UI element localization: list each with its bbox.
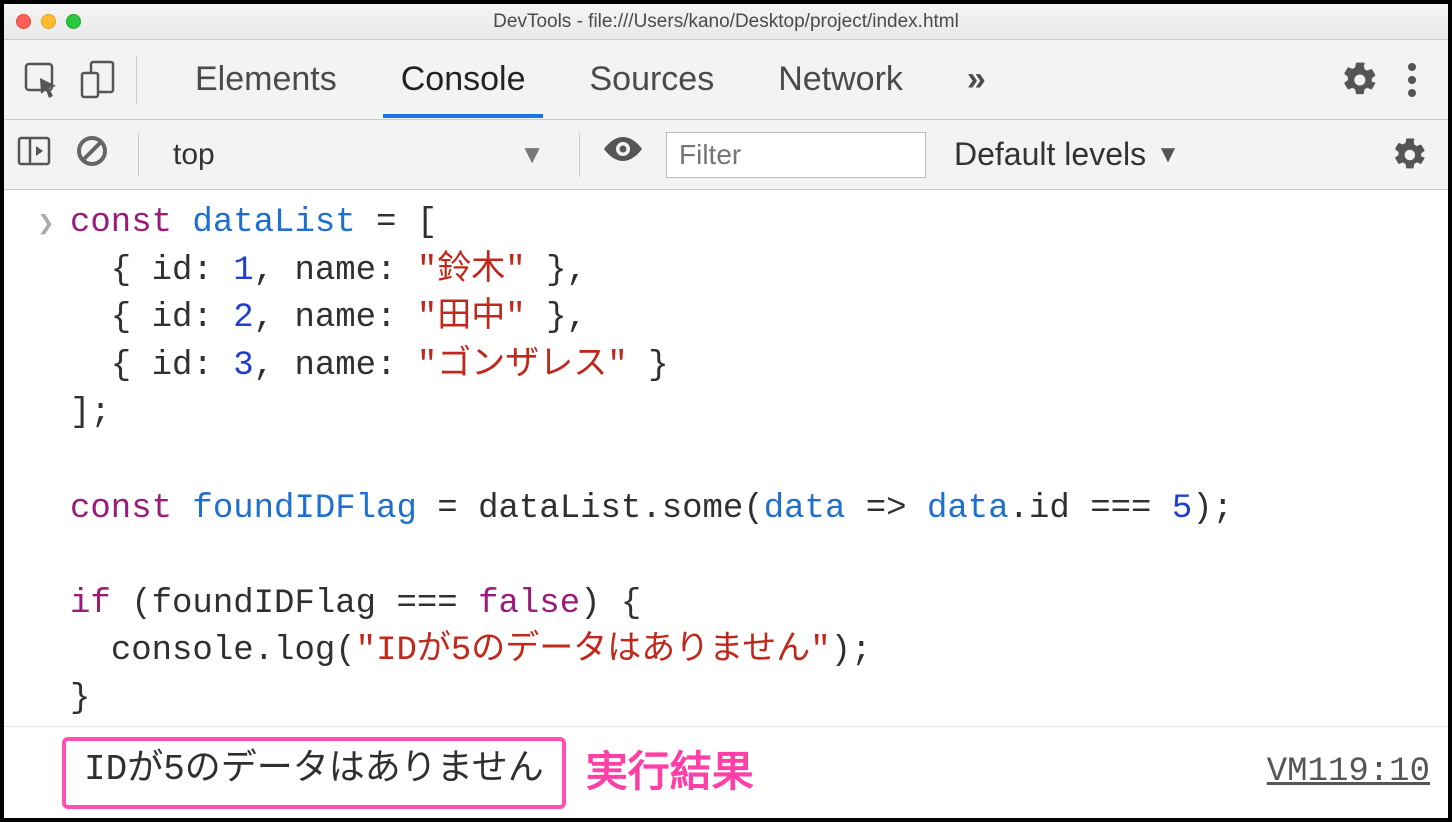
more-options-button[interactable]: [1386, 54, 1438, 106]
log-levels-selector[interactable]: Default levels ▼: [954, 136, 1180, 173]
settings-button[interactable]: [1334, 54, 1386, 106]
execution-context-selector[interactable]: top ▼: [159, 138, 559, 172]
console-body[interactable]: ❯ const dataList = [ { id: 1, name: "鈴木"…: [4, 190, 1448, 818]
close-window-button[interactable]: [16, 14, 31, 29]
clear-console-button[interactable]: [74, 133, 118, 177]
device-toolbar-button[interactable]: [70, 52, 126, 108]
traffic-lights: [16, 14, 81, 29]
toggle-sidebar-button[interactable]: [16, 133, 60, 177]
inspect-element-button[interactable]: [14, 52, 70, 108]
chevron-down-icon: ▼: [519, 139, 545, 170]
more-tabs-button[interactable]: »: [949, 42, 1004, 117]
maximize-window-button[interactable]: [66, 14, 81, 29]
devtools-tabbar: Elements Console Sources Network »: [4, 40, 1448, 120]
window-titlebar: DevTools - file:///Users/kano/Desktop/pr…: [4, 4, 1448, 40]
tab-sources[interactable]: Sources: [571, 42, 732, 117]
window-title: DevTools - file:///Users/kano/Desktop/pr…: [4, 11, 1448, 33]
console-toolbar: top ▼ Default levels ▼: [4, 120, 1448, 190]
tabbar-separator: [136, 56, 137, 104]
toolbar-separator: [138, 133, 139, 177]
input-prompt-icon: ❯: [22, 200, 70, 724]
log-source-link[interactable]: VM119:10: [1267, 749, 1430, 797]
log-levels-label: Default levels: [954, 136, 1146, 173]
annotation-label: 実行結果: [586, 743, 754, 802]
console-input-row: ❯ const dataList = [ { id: 1, name: "鈴木"…: [4, 198, 1448, 726]
console-input-code: const dataList = [ { id: 1, name: "鈴木" }…: [70, 200, 1430, 724]
execution-context-label: top: [173, 138, 215, 172]
chevron-down-icon: ▼: [1156, 141, 1180, 169]
console-log-message: IDが5のデータはありません: [62, 737, 566, 809]
filter-input[interactable]: [666, 132, 926, 178]
devtools-tabs: Elements Console Sources Network »: [177, 42, 1004, 117]
tab-elements[interactable]: Elements: [177, 42, 355, 117]
minimize-window-button[interactable]: [41, 14, 56, 29]
tab-console[interactable]: Console: [383, 42, 544, 117]
live-expression-button[interactable]: [600, 133, 652, 177]
tab-network[interactable]: Network: [760, 42, 921, 117]
console-log-row: IDが5のデータはありません 実行結果 VM119:10: [4, 726, 1448, 818]
console-settings-button[interactable]: [1384, 129, 1436, 181]
toolbar-separator: [579, 133, 580, 177]
